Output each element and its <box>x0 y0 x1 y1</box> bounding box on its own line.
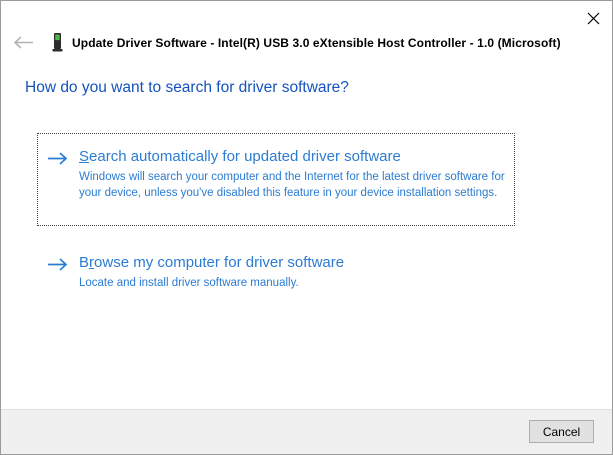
page-heading: How do you want to search for driver sof… <box>25 79 349 97</box>
close-icon <box>587 12 600 25</box>
option-browse-computer[interactable]: Browse my computer for driver software L… <box>37 245 515 291</box>
option-title: Search automatically for updated driver … <box>79 147 506 166</box>
window-title: Update Driver Software - Intel(R) USB 3.… <box>72 36 561 50</box>
back-arrow-icon <box>12 35 34 50</box>
option-title-pre: B <box>79 254 89 271</box>
option-description: Windows will search your computer and th… <box>79 169 506 201</box>
option-title-accel: S <box>79 148 89 165</box>
right-arrow-icon <box>47 257 69 272</box>
option-text-block: Search automatically for updated driver … <box>79 147 506 201</box>
right-arrow-icon <box>47 151 69 166</box>
option-title-rest: owse my computer for driver software <box>94 254 344 271</box>
option-title-rest: earch automatically for updated driver s… <box>89 148 401 165</box>
option-search-automatically[interactable]: Search automatically for updated driver … <box>37 133 515 226</box>
footer-bar: Cancel <box>1 409 612 454</box>
cancel-button[interactable]: Cancel <box>529 420 594 443</box>
back-button[interactable] <box>11 34 35 52</box>
option-text-block: Browse my computer for driver software L… <box>79 253 344 291</box>
close-button[interactable] <box>582 7 604 29</box>
device-driver-icon <box>51 33 64 52</box>
update-driver-wizard-window: Update Driver Software - Intel(R) USB 3.… <box>0 0 613 455</box>
option-title: Browse my computer for driver software <box>79 253 344 272</box>
option-description: Locate and install driver software manua… <box>79 275 344 291</box>
wizard-header: Update Driver Software - Intel(R) USB 3.… <box>11 33 592 52</box>
